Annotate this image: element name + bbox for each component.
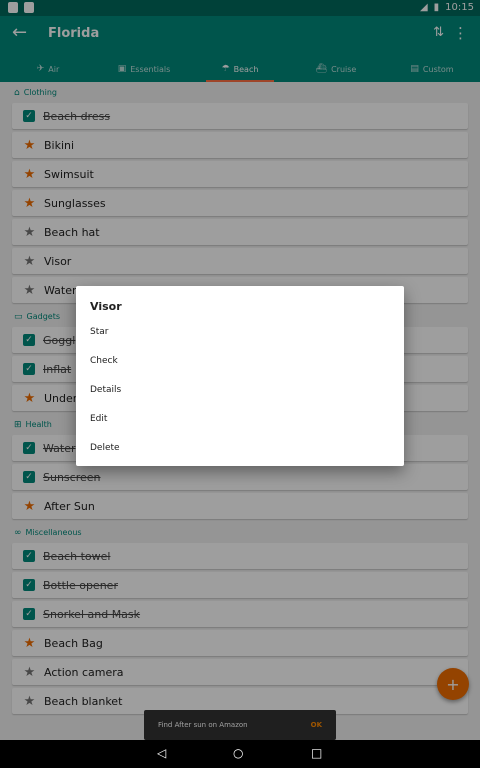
dialog-option-edit[interactable]: Edit bbox=[90, 414, 107, 424]
dialog-option-star[interactable]: Star bbox=[90, 327, 108, 337]
dialog-option-details[interactable]: Details bbox=[90, 385, 121, 395]
dialog-option-check[interactable]: Check bbox=[90, 356, 118, 366]
dialog-title: Visor bbox=[90, 300, 122, 313]
dialog-option-delete[interactable]: Delete bbox=[90, 443, 120, 453]
context-dialog: Visor Star Check Details Edit Delete bbox=[76, 286, 404, 466]
system-nav-bar: ◁ ○ □ bbox=[0, 740, 480, 768]
nav-recents-icon[interactable]: □ bbox=[311, 746, 322, 760]
nav-home-icon[interactable]: ○ bbox=[233, 746, 243, 760]
nav-back-icon[interactable]: ◁ bbox=[157, 746, 166, 760]
